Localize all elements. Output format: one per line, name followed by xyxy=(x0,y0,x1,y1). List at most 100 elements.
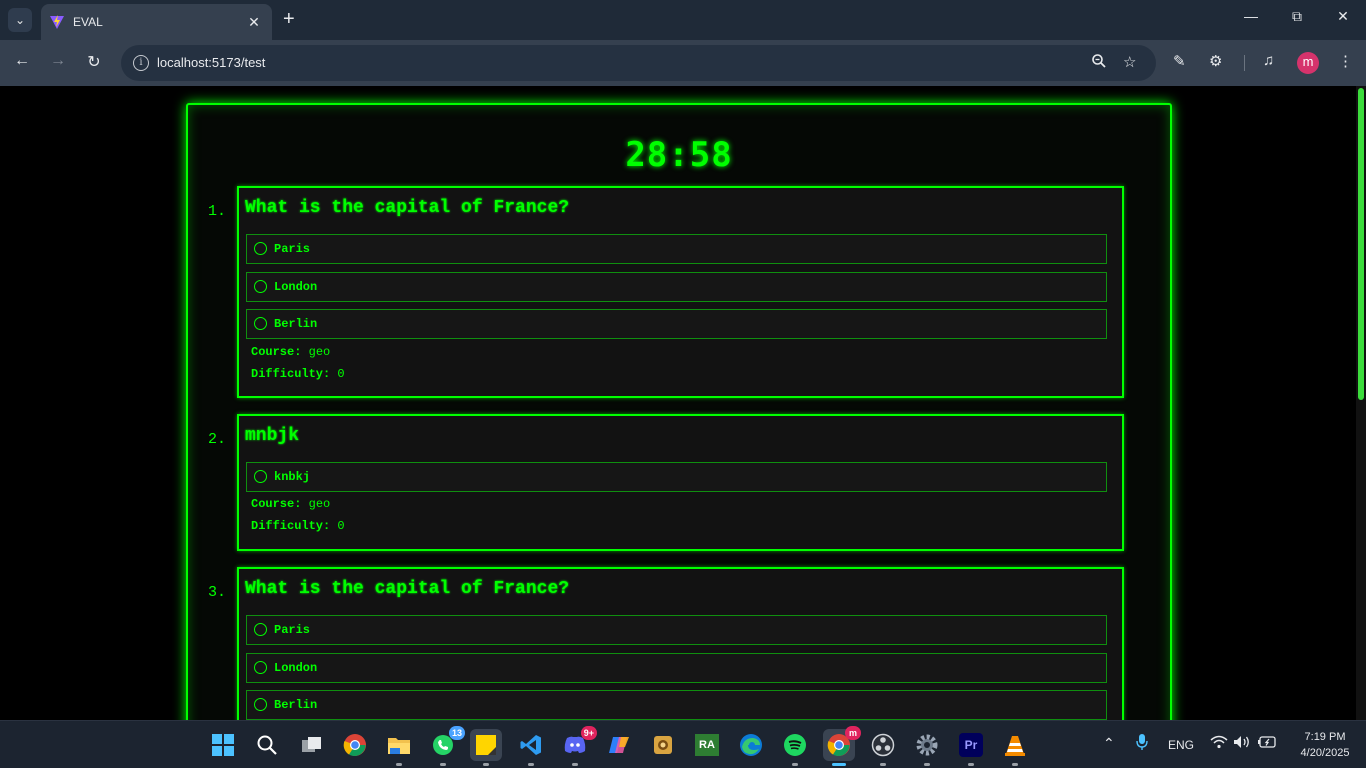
chrome-profile-badge: m xyxy=(845,726,861,740)
radio-button[interactable] xyxy=(254,698,267,711)
question-number: 1. xyxy=(208,203,227,220)
question-title: What is the capital of France? xyxy=(245,198,570,218)
difficulty-label: Difficulty: xyxy=(251,519,331,533)
whatsapp-icon[interactable]: 13 xyxy=(427,726,465,766)
question-card: What is the capital of France? Paris Lon… xyxy=(237,567,1124,720)
running-indicator xyxy=(880,763,886,766)
answer-option-label: Berlin xyxy=(274,698,318,712)
address-bar[interactable]: i localhost:5173/test ☆ xyxy=(121,45,1156,81)
running-indicator xyxy=(924,763,930,766)
course-label: Course: xyxy=(251,497,302,511)
running-indicator xyxy=(968,763,974,766)
course-info: Course: geo xyxy=(251,345,330,359)
radio-button[interactable] xyxy=(254,242,267,255)
scrollbar-thumb[interactable] xyxy=(1358,88,1364,400)
course-label: Course: xyxy=(251,345,302,359)
radio-button[interactable] xyxy=(254,317,267,330)
question-number: 2. xyxy=(208,431,227,448)
close-window-icon[interactable]: ✕ xyxy=(1331,8,1355,25)
eyedropper-icon[interactable]: ✎ xyxy=(1173,52,1186,70)
more-menu-icon[interactable]: ⋮ xyxy=(1338,52,1353,70)
tab-title: EVAL xyxy=(73,15,103,29)
minimize-icon[interactable]: — xyxy=(1239,8,1263,24)
running-indicator xyxy=(483,763,489,766)
settings-icon[interactable] xyxy=(911,729,943,766)
answer-option-label: knbkj xyxy=(274,470,311,484)
vscode-icon[interactable] xyxy=(515,729,547,766)
zoom-icon[interactable] xyxy=(1091,53,1107,73)
microphone-icon[interactable] xyxy=(1136,733,1148,754)
course-value: geo xyxy=(308,497,331,511)
volume-icon[interactable] xyxy=(1233,735,1251,752)
system-clock[interactable]: 7:19 PM 4/20/2025 xyxy=(1290,729,1360,761)
vite-logo-icon xyxy=(50,15,64,29)
page-scrollbar[interactable] xyxy=(1356,86,1366,720)
ra-app-icon[interactable]: RA xyxy=(691,729,723,761)
site-info-icon[interactable]: i xyxy=(133,55,149,71)
radio-button[interactable] xyxy=(254,470,267,483)
answer-option[interactable]: knbkj xyxy=(246,462,1107,492)
edge-icon[interactable] xyxy=(735,729,767,761)
answer-option-label: Paris xyxy=(274,623,311,637)
file-explorer-icon[interactable] xyxy=(383,729,415,766)
task-view-icon[interactable] xyxy=(296,729,328,761)
ra-app-label: RA xyxy=(695,734,719,756)
course-value: geo xyxy=(308,345,331,359)
new-tab-button[interactable]: + xyxy=(283,9,295,29)
running-indicator xyxy=(832,763,846,766)
radio-button[interactable] xyxy=(254,661,267,674)
media-controls-icon[interactable]: ♫ xyxy=(1263,52,1274,69)
wifi-icon[interactable] xyxy=(1210,735,1228,752)
back-icon[interactable]: ← xyxy=(11,52,33,70)
extensions-icon[interactable]: ⚙ xyxy=(1209,52,1222,70)
vlc-icon[interactable] xyxy=(999,729,1031,766)
language-indicator[interactable]: ENG xyxy=(1168,738,1194,752)
course-info: Course: geo xyxy=(251,497,330,511)
answer-option[interactable]: Berlin xyxy=(246,690,1107,720)
radio-button[interactable] xyxy=(254,623,267,636)
chrome-icon[interactable] xyxy=(339,729,371,761)
page-viewport: 28:58 1. What is the capital of France? … xyxy=(0,86,1356,720)
test-panel: 28:58 1. What is the capital of France? … xyxy=(186,103,1172,720)
sticky-notes-icon[interactable] xyxy=(470,729,502,766)
answer-option[interactable]: London xyxy=(246,653,1107,683)
spotify-icon[interactable] xyxy=(779,729,811,766)
answer-option[interactable]: Berlin xyxy=(246,309,1107,339)
clock-time: 7:19 PM xyxy=(1304,731,1346,743)
countdown-timer: 28:58 xyxy=(625,135,733,175)
answer-option[interactable]: Paris xyxy=(246,234,1107,264)
answer-option-label: London xyxy=(274,280,318,294)
bookmark-star-icon[interactable]: ☆ xyxy=(1123,53,1136,71)
tab-close-icon[interactable]: ✕ xyxy=(246,14,262,31)
answer-option-label: Berlin xyxy=(274,317,318,331)
radio-button[interactable] xyxy=(254,280,267,293)
battery-icon[interactable] xyxy=(1257,736,1277,751)
tab-eval[interactable]: EVAL ✕ xyxy=(41,4,272,40)
difficulty-label: Difficulty: xyxy=(251,367,331,381)
search-icon[interactable] xyxy=(251,729,283,761)
tab-search-menu-button[interactable]: ⌄ xyxy=(8,8,32,32)
forward-icon[interactable]: → xyxy=(47,52,69,70)
image-viewer-icon[interactable] xyxy=(647,729,679,761)
running-indicator xyxy=(396,763,402,766)
difficulty-info: Difficulty: 0 xyxy=(251,519,345,533)
url-text[interactable]: localhost:5173/test xyxy=(157,55,265,70)
premiere-pro-icon[interactable]: Pr xyxy=(955,729,987,766)
restore-icon[interactable]: ⧉ xyxy=(1285,8,1309,25)
obs-icon[interactable] xyxy=(867,729,899,766)
answer-option-label: London xyxy=(274,661,318,675)
start-icon[interactable] xyxy=(207,729,239,761)
tray-overflow-icon[interactable]: ⌃ xyxy=(1103,735,1115,752)
answer-option[interactable]: Paris xyxy=(246,615,1107,645)
answer-option[interactable]: London xyxy=(246,272,1107,302)
discord-icon[interactable]: 9+ xyxy=(559,726,597,766)
chrome-profile-icon[interactable]: m xyxy=(823,726,861,766)
profile-avatar[interactable]: m xyxy=(1297,52,1319,74)
difficulty-info: Difficulty: 0 xyxy=(251,367,345,381)
reload-icon[interactable]: ↻ xyxy=(83,52,105,72)
browser-tab-bar: ⌄ EVAL ✕ + — ⧉ ✕ xyxy=(0,0,1366,40)
running-indicator xyxy=(528,763,534,766)
difficulty-value: 0 xyxy=(337,367,345,381)
running-indicator xyxy=(440,763,446,766)
copilot-icon[interactable] xyxy=(603,729,635,761)
